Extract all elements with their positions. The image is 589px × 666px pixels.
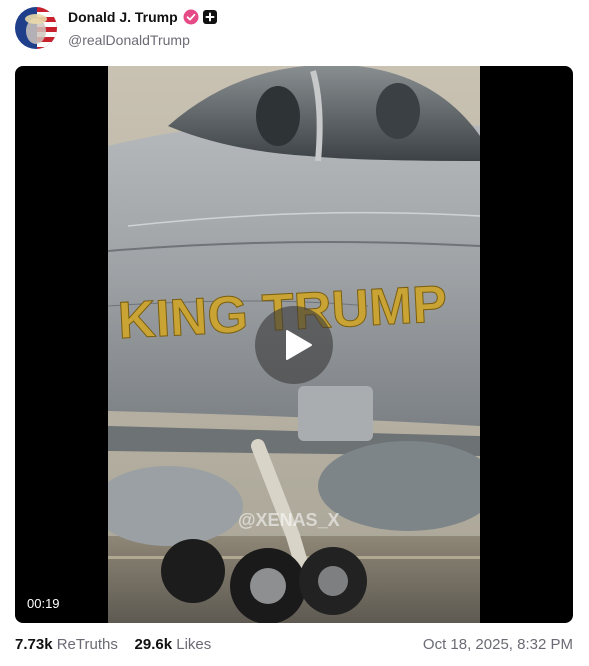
post-stats: 7.73k ReTruths 29.6k Likes	[15, 636, 211, 653]
author-handle[interactable]: @realDonaldTrump	[68, 32, 190, 48]
play-icon	[286, 330, 312, 360]
video-player[interactable]: KING TRUMP @XENAS_X 00:19	[15, 66, 573, 623]
likes-stat[interactable]: 29.6k Likes	[135, 636, 212, 653]
verified-badge-icon	[183, 9, 199, 25]
likes-count: 29.6k	[134, 636, 173, 653]
video-duration: 00:19	[27, 596, 60, 611]
author-name[interactable]: Donald J. Trump	[68, 9, 178, 25]
plus-badge-icon	[203, 10, 217, 24]
play-button[interactable]	[255, 306, 333, 384]
retruths-label: ReTruths	[56, 636, 118, 653]
retruths-count: 7.73k	[15, 636, 53, 653]
avatar-image	[15, 7, 57, 49]
post-timestamp[interactable]: Oct 18, 2025, 8:32 PM	[423, 636, 573, 653]
retruths-stat[interactable]: 7.73k ReTruths	[15, 636, 118, 653]
video-watermark: @XENAS_X	[238, 510, 340, 530]
likes-label: Likes	[176, 636, 212, 653]
avatar[interactable]	[15, 7, 57, 49]
